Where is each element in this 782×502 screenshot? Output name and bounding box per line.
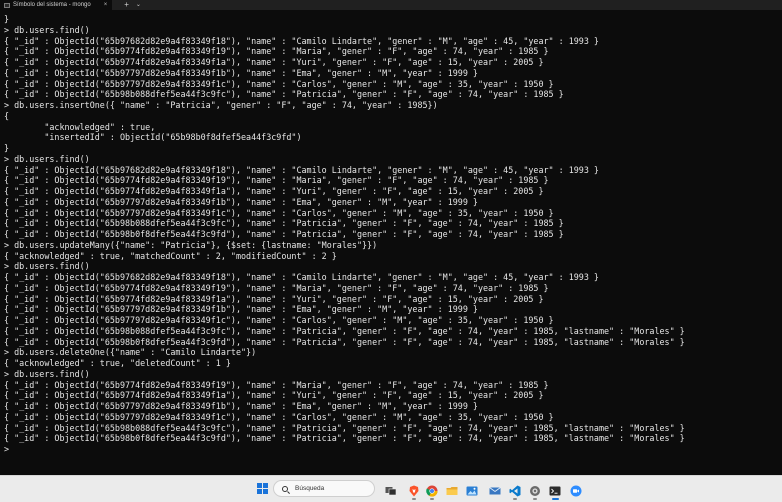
terminal-line: { "_id" : ObjectId("65b97797d82e9a4f8334…	[4, 315, 554, 325]
brave-running-indicator	[412, 498, 416, 500]
search-icon	[282, 485, 288, 492]
terminal-line: > db.users.find()	[4, 153, 90, 164]
tab-bar: Símbolo del sistema - mongo × + ⌄	[0, 0, 782, 10]
terminal-line: { "_id" : ObjectId("65b98b088dfef5ea44f3…	[4, 89, 564, 100]
terminal-line: { "_id" : ObjectId("65b98b0f8dfef5ea44f3…	[4, 336, 685, 347]
file-explorer-icon[interactable]	[446, 482, 458, 495]
terminal-line: > db.users.deleteOne({"name" : "Camilo L…	[4, 347, 257, 358]
terminal-line: { "_id" : ObjectId("65b98b088dfef5ea44f3…	[4, 325, 685, 336]
settings-app-icon[interactable]	[529, 482, 541, 496]
mail-app-icon[interactable]	[489, 482, 501, 495]
terminal-line: "acknowledged" : true,	[4, 121, 156, 132]
vscode-running-indicator	[513, 498, 517, 500]
terminal-line: { "_id" : ObjectId("65b9774fd82e9a4f8334…	[4, 390, 544, 401]
terminal-line: { "_id" : ObjectId("65b97682d82e9a4f8334…	[4, 272, 599, 282]
terminal-line: "insertedId" : ObjectId("65b98b0f8dfef5e…	[4, 132, 302, 143]
terminal-line: }	[4, 14, 10, 24]
terminal-tab[interactable]: Símbolo del sistema - mongo ×	[0, 0, 113, 10]
terminal-line: { "_id" : ObjectId("65b9774fd82e9a4f8334…	[4, 379, 549, 390]
terminal-line: { "_id" : ObjectId("65b9774fd82e9a4f8334…	[4, 46, 549, 57]
task-view-icon[interactable]	[385, 482, 397, 496]
terminal-line: { "_id" : ObjectId("65b9774fd82e9a4f8334…	[4, 293, 544, 304]
terminal-line: { "_id" : ObjectId("65b97797d82e9a4f8334…	[4, 401, 478, 411]
terminal-line: > db.users.insertOne({ "name" : "Patrici…	[4, 100, 438, 110]
terminal-line: { "_id" : ObjectId("65b98b088dfef5ea44f3…	[4, 218, 564, 229]
taskbar: Búsqueda	[0, 475, 782, 502]
terminal-line: }	[4, 143, 10, 153]
terminal-line: { "_id" : ObjectId("65b97797d82e9a4f8334…	[4, 78, 554, 89]
chevron-down-icon[interactable]: ⌄	[136, 0, 141, 10]
terminal-line: { "_id" : ObjectId("65b97797d82e9a4f8334…	[4, 207, 554, 218]
terminal-line: { "_id" : ObjectId("65b97797d82e9a4f8334…	[4, 67, 478, 78]
terminal-line: { "_id" : ObjectId("65b9774fd82e9a4f8334…	[4, 282, 549, 293]
terminal-line: > db.users.find()	[4, 368, 90, 379]
terminal-line: > db.users.find()	[4, 261, 90, 272]
terminal-output[interactable]: } > db.users.find(){ "_id" : ObjectId("65…	[0, 14, 782, 466]
terminal-line: > db.users.find()	[4, 24, 90, 35]
terminal-line: { "_id" : ObjectId("65b9774fd82e9a4f8334…	[4, 57, 544, 67]
terminal-tab-icon	[4, 2, 10, 8]
terminal-running-indicator	[552, 498, 559, 500]
vscode-icon[interactable]	[509, 482, 521, 497]
windows-start-icon[interactable]	[257, 483, 268, 494]
terminal-line: { "acknowledged" : true, "matchedCount" …	[4, 250, 337, 261]
terminal-icon[interactable]	[549, 482, 561, 496]
terminal-line: { "_id" : ObjectId("65b97797d82e9a4f8334…	[4, 411, 554, 422]
tab-title: Símbolo del sistema - mongo	[13, 2, 91, 8]
zoom-app-icon[interactable]	[570, 482, 582, 497]
terminal-line: { "_id" : ObjectId("65b97682d82e9a4f8334…	[4, 35, 599, 46]
close-tab-icon[interactable]: ×	[104, 2, 108, 8]
search-label: Búsqueda	[295, 485, 325, 492]
terminal-line: > db.users.updateMany({"name": "Patricia…	[4, 239, 378, 250]
terminal-line: { "_id" : ObjectId("65b9774fd82e9a4f8334…	[4, 186, 544, 196]
settings-running-indicator	[533, 498, 537, 500]
chrome-running-indicator	[430, 498, 434, 500]
chrome-browser-icon[interactable]	[426, 482, 438, 497]
photos-app-icon[interactable]	[466, 482, 478, 496]
new-tab-button[interactable]: +	[124, 0, 129, 10]
terminal-line: { "_id" : ObjectId("65b97797d82e9a4f8334…	[4, 196, 478, 207]
terminal-line: { "_id" : ObjectId("65b97682d82e9a4f8334…	[4, 164, 599, 175]
terminal-line: { "_id" : ObjectId("65b97797d82e9a4f8334…	[4, 304, 478, 315]
terminal-line: {	[4, 110, 10, 121]
terminal-line: { "_id" : ObjectId("65b98b088dfef5ea44f3…	[4, 422, 685, 433]
terminal-line: { "_id" : ObjectId("65b9774fd82e9a4f8334…	[4, 175, 549, 186]
brave-browser-icon[interactable]	[408, 482, 420, 497]
terminal-line: { "_id" : ObjectId("65b98b0f8dfef5ea44f3…	[4, 229, 564, 239]
terminal-line: { "_id" : ObjectId("65b98b0f8dfef5ea44f3…	[4, 433, 685, 444]
terminal-line: >	[4, 444, 10, 454]
taskbar-search[interactable]: Búsqueda	[273, 480, 375, 497]
terminal-line: { "acknowledged" : true, "deletedCount" …	[4, 358, 231, 368]
